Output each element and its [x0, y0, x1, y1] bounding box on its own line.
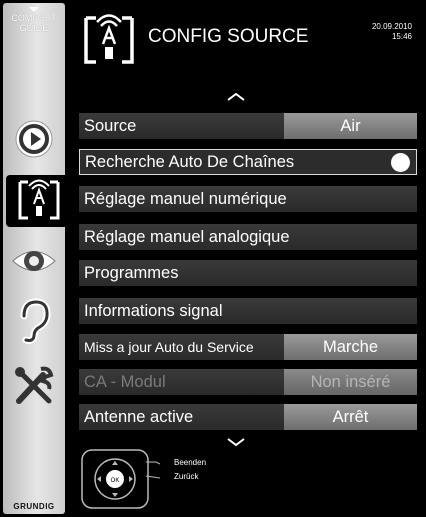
- sidebar-item-picture[interactable]: [3, 111, 65, 167]
- menu-item-label: CA - Modul: [84, 373, 166, 391]
- time-text: 15:46: [391, 32, 412, 41]
- chevron-up-icon[interactable]: [226, 92, 246, 102]
- chevron-down-icon[interactable]: [226, 437, 246, 447]
- ear-icon: [20, 298, 51, 344]
- menu-item-programmes[interactable]: Programmes: [79, 260, 417, 286]
- menu-item-auto-search[interactable]: Recherche Auto De Chaînes: [79, 149, 417, 175]
- guide-line2: GUIDE: [19, 23, 49, 33]
- menu-item-value[interactable]: Marche: [284, 334, 417, 360]
- sidebar-item-sound[interactable]: [3, 293, 65, 349]
- arrow-down-icon: [29, 7, 39, 12]
- datetime: 20.09.2010 15:46: [372, 22, 412, 42]
- date-text: 20.09.2010: [371, 22, 412, 31]
- menu-item-label: Miss a jour Auto du Service: [84, 339, 254, 355]
- sidebar-item-eye[interactable]: [3, 233, 65, 289]
- menu-item-value: Non inséré: [284, 369, 417, 395]
- remote-control-icon: OK: [81, 449, 160, 509]
- menu-item-label: Informations signal: [84, 302, 223, 320]
- tools-icon: [15, 366, 54, 404]
- menu-item-source[interactable]: Source Air: [79, 113, 417, 139]
- menu-item-value[interactable]: Air: [284, 113, 417, 139]
- tv-screen: COMFORT GUIDE GRUNDIG CONFIG SOURCE 20.0…: [0, 0, 426, 517]
- eye-icon: [12, 251, 56, 271]
- menu-item-signal-info[interactable]: Informations signal: [79, 298, 417, 324]
- sidebar: COMFORT GUIDE GRUNDIG: [3, 3, 78, 514]
- help-back: Zurück: [174, 472, 199, 481]
- guide-line1: COMFORT: [11, 13, 57, 23]
- menu-item-label: Recherche Auto De Chaînes: [85, 153, 295, 171]
- menu-item-label: Programmes: [84, 264, 179, 282]
- menu-item-label: Réglage manuel numérique: [84, 190, 287, 208]
- comfort-guide-button[interactable]: COMFORT GUIDE: [3, 7, 65, 33]
- sidebar-item-tools[interactable]: [3, 358, 65, 414]
- menu-item-label: Source: [84, 117, 137, 135]
- config-source-header-icon: [84, 14, 134, 64]
- menu-item-active-antenna[interactable]: Antenne active Arrêt: [79, 404, 417, 430]
- selection-dot-icon: [391, 153, 410, 172]
- menu-item-value[interactable]: Arrêt: [284, 404, 417, 430]
- help-exit: Beenden: [174, 458, 207, 467]
- ok-label: OK: [111, 478, 120, 484]
- menu-item-manual-digital[interactable]: Réglage manuel numérique: [79, 186, 417, 212]
- brand-logo: GRUNDIG: [13, 502, 55, 511]
- menu-item-auto-service-update[interactable]: Miss a jour Auto du Service Marche: [79, 334, 417, 360]
- play-icon: [15, 120, 53, 158]
- menu-item-manual-analog[interactable]: Réglage manuel analogique: [79, 224, 417, 250]
- sidebar-item-source[interactable]: [6, 175, 78, 227]
- menu-item-ca-module: CA - Modul Non inséré: [79, 369, 417, 395]
- menu-item-label: Réglage manuel analogique: [84, 228, 290, 246]
- source-antenna-icon: [18, 179, 60, 220]
- menu-item-label: Antenne active: [84, 408, 194, 426]
- page-title: CONFIG SOURCE: [148, 26, 309, 47]
